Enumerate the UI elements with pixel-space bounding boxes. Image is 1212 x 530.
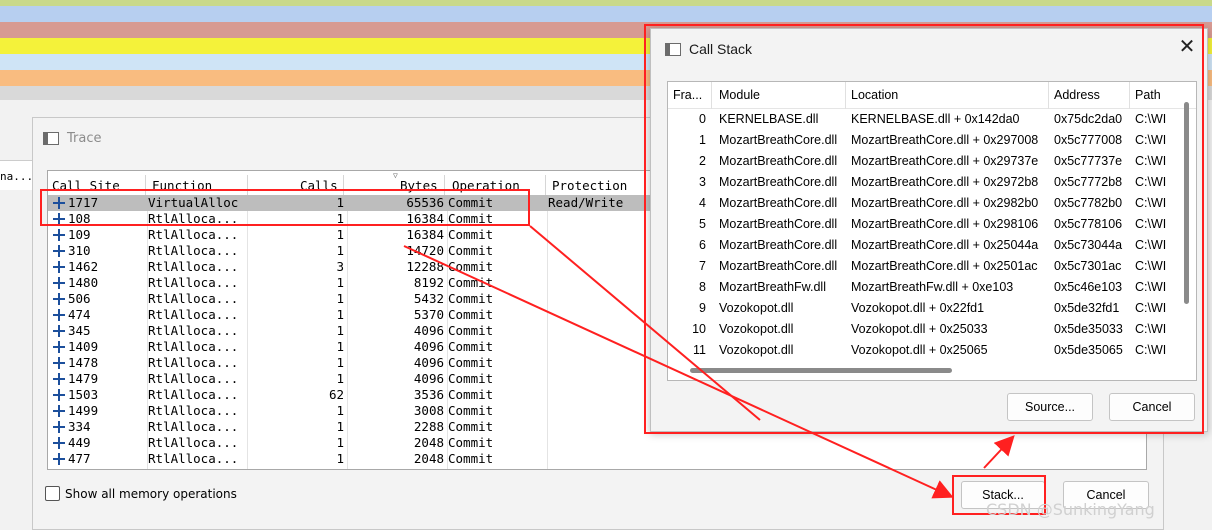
- annotation-arrows: [403, 225, 1015, 499]
- arrow-stack-button-to-dialog: [983, 435, 1015, 469]
- arrow-segment: [529, 225, 761, 421]
- watermark: CSDN @SunkingYang: [986, 500, 1155, 519]
- arrow-row-to-stack-button: [403, 245, 954, 499]
